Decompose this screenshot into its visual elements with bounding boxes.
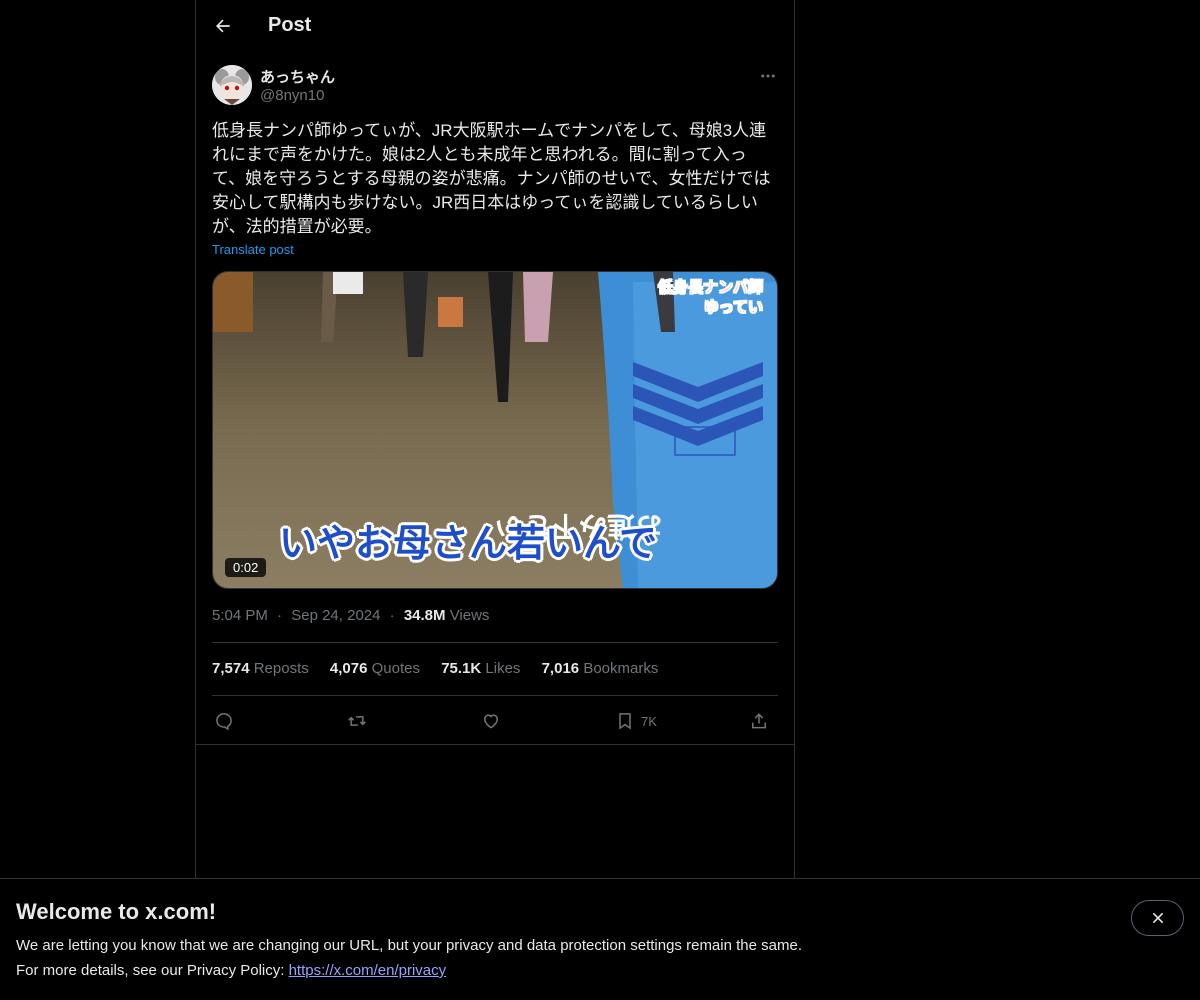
share-icon xyxy=(752,713,766,729)
bookmark-button[interactable]: 7K xyxy=(615,706,657,736)
privacy-policy-link[interactable]: https://x.com/en/privacy xyxy=(289,962,447,979)
banner-title: Welcome to x.com! xyxy=(16,899,217,924)
overlay-line-2: ゆってい xyxy=(703,298,763,317)
repost-icon xyxy=(348,716,366,726)
post-meta: 5:04 PM · Sep 24, 2024 · 34.8M Views xyxy=(212,607,489,624)
likes-count: 75.1K xyxy=(441,660,482,677)
repost-button[interactable] xyxy=(347,706,367,736)
meta-sep: · xyxy=(389,607,395,624)
bookmarks-label: Bookmarks xyxy=(583,660,659,677)
views-label: Views xyxy=(449,607,490,624)
post-time[interactable]: 5:04 PM xyxy=(212,607,268,624)
author-name[interactable]: あっちゃん xyxy=(260,66,335,87)
arrow-left-icon xyxy=(216,19,230,33)
avatar[interactable] xyxy=(212,65,252,105)
meta-sep: · xyxy=(277,607,283,624)
video-caption: いやお母さん若いんで xyxy=(279,521,658,565)
translate-post-link[interactable]: Translate post xyxy=(212,242,294,257)
banner-message: We are letting you know that we are chan… xyxy=(16,937,802,954)
reposts-label: Reposts xyxy=(253,660,309,677)
more-button[interactable] xyxy=(756,64,780,88)
reply-icon xyxy=(216,713,232,731)
bookmarks-count: 7,016 xyxy=(541,660,580,677)
close-banner-button[interactable] xyxy=(1131,900,1184,936)
quotes-count: 4,076 xyxy=(329,660,368,677)
banner-policy-text: For more details, see our Privacy Policy… xyxy=(16,962,289,979)
likes-label: Likes xyxy=(485,660,521,677)
likes-stat[interactable]: 75.1K Likes xyxy=(441,660,520,677)
reposts-count: 7,574 xyxy=(212,660,250,677)
views-count: 34.8M xyxy=(403,607,446,624)
divider xyxy=(212,642,778,643)
bookmarks-stat[interactable]: 7,016 Bookmarks xyxy=(542,660,659,677)
action-bar: 7K xyxy=(212,706,778,736)
reposts-stat[interactable]: 7,574 Reposts xyxy=(212,660,309,677)
reply-button[interactable] xyxy=(214,706,234,736)
divider xyxy=(196,744,794,745)
welcome-banner: Welcome to x.com! We are letting you kno… xyxy=(0,878,1200,1000)
close-icon xyxy=(1152,912,1163,924)
like-button[interactable] xyxy=(481,706,501,736)
bookmark-icon xyxy=(619,713,631,730)
video-duration: 0:02 xyxy=(225,558,267,577)
divider xyxy=(212,695,778,696)
primary-column: Post あっちゃん @8nyn10 低身長ナンパ師ゆってぃが、JR大阪駅ホーム… xyxy=(195,0,795,1000)
heart-icon xyxy=(483,714,499,729)
video-overlay-label: 低身長ナンパ師 ゆってい xyxy=(657,277,764,317)
more-horizontal-icon xyxy=(761,74,775,78)
back-button[interactable] xyxy=(208,11,238,41)
post-date[interactable]: Sep 24, 2024 xyxy=(291,607,380,624)
page-header: Post xyxy=(196,0,794,54)
author-handle[interactable]: @8nyn10 xyxy=(260,87,324,104)
post-stats: 7,574 Reposts 4,076 Quotes 75.1K Likes 7… xyxy=(212,660,675,677)
bookmark-count: 7K xyxy=(641,713,657,729)
banner-policy-line: For more details, see our Privacy Policy… xyxy=(16,962,446,979)
video-player[interactable]: お進み下さい 低身長ナンパ師 ゆってい いやお母さん若いんで 0:02 xyxy=(212,271,778,589)
page-title: Post xyxy=(268,14,312,36)
quotes-stat[interactable]: 4,076 Quotes xyxy=(330,660,420,677)
share-button[interactable] xyxy=(749,706,769,736)
post-text: 低身長ナンパ師ゆってぃが、JR大阪駅ホームでナンパをして、母娘3人連れにまで声を… xyxy=(212,121,771,236)
quotes-label: Quotes xyxy=(371,660,421,677)
overlay-line-1: 低身長ナンパ師 xyxy=(657,278,764,297)
